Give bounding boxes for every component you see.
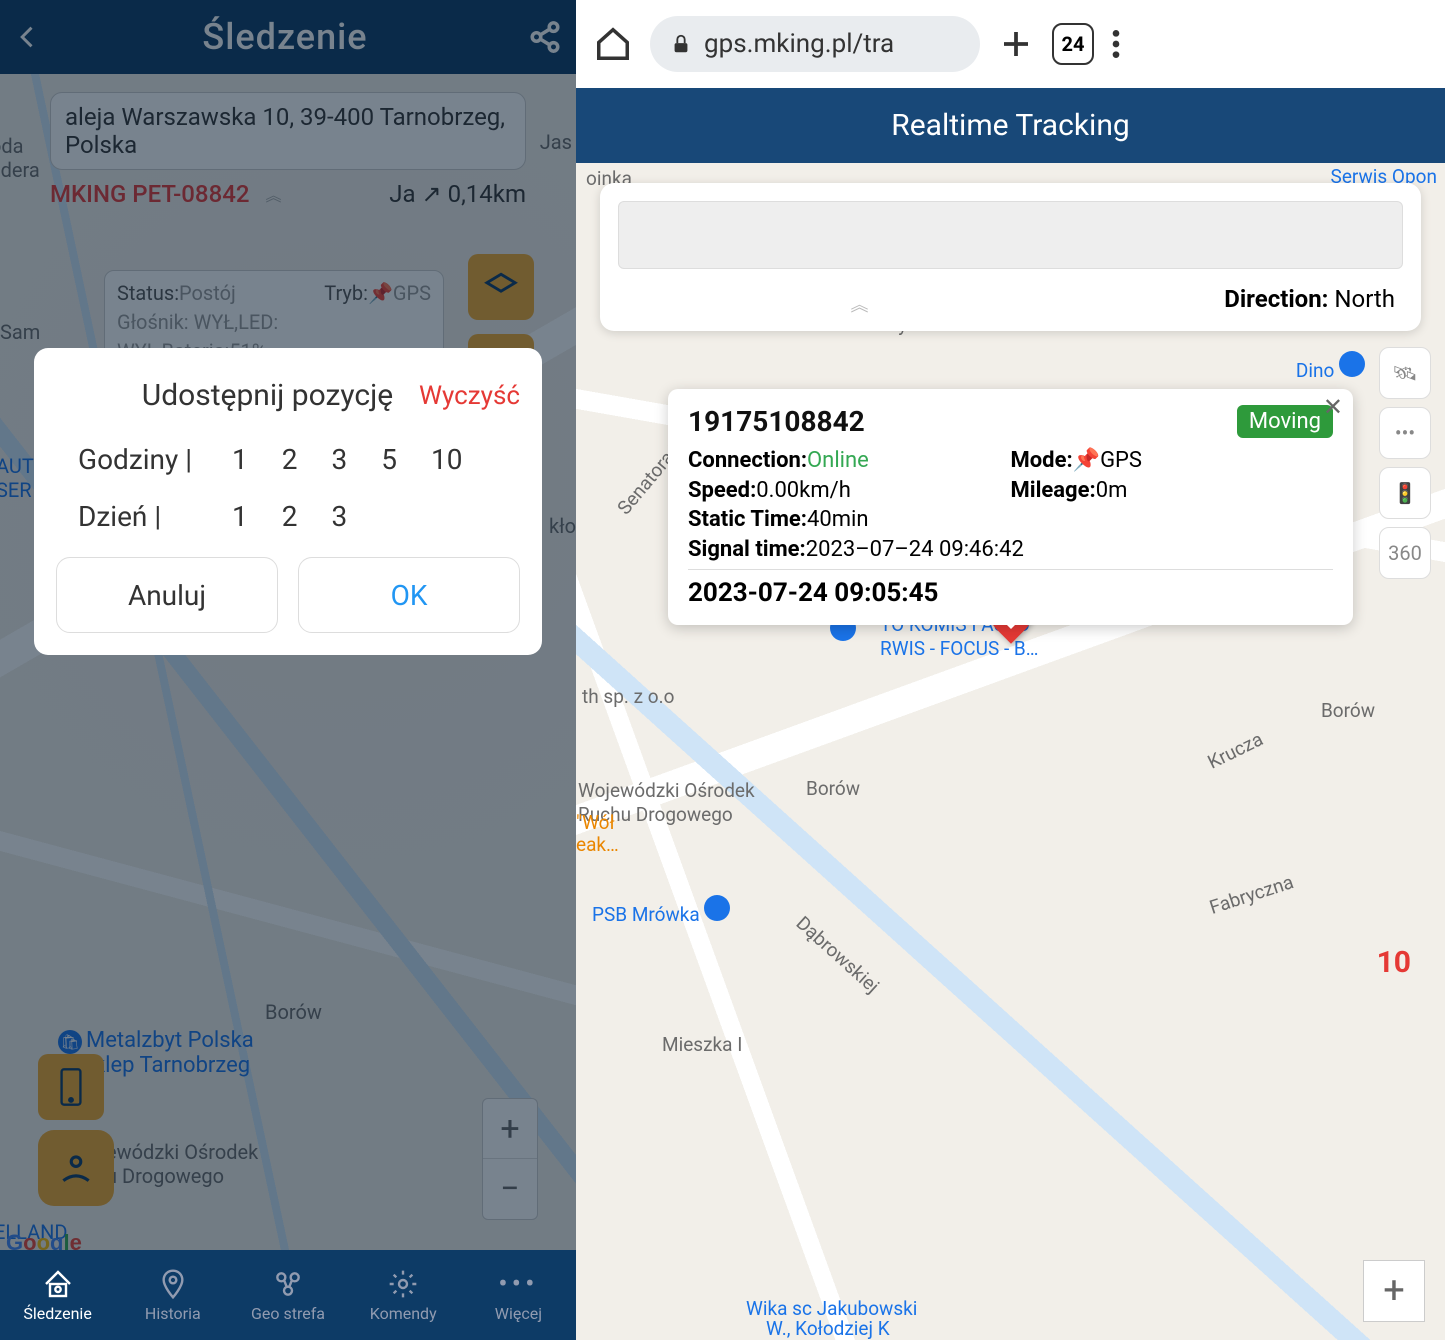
hour-option[interactable]: 2 <box>282 443 298 476</box>
nav-commands[interactable]: Komendy <box>346 1250 461 1340</box>
modal-overlay[interactable] <box>0 0 576 1340</box>
days-label: Dzień | <box>78 500 198 533</box>
nav-more[interactable]: •••Więcej <box>461 1250 576 1340</box>
hours-row: Godziny | 1 2 3 5 10 <box>56 443 520 476</box>
map-text: Wojewódzki Ośrodek <box>578 779 755 802</box>
day-option[interactable]: 2 <box>282 500 298 533</box>
nav-tracking[interactable]: Śledzenie <box>0 1250 115 1340</box>
days-row: Dzień | 1 2 3 <box>56 500 520 533</box>
map-poi: Dino <box>1296 359 1334 382</box>
home-icon[interactable] <box>594 25 632 63</box>
timestamp: 2023-07-24 09:05:45 <box>688 576 1333 611</box>
device-popup: ✕ 19175108842 Moving Connection:OnlineMo… <box>668 389 1353 625</box>
hour-option[interactable]: 10 <box>431 443 462 476</box>
hour-option[interactable]: 3 <box>332 443 348 476</box>
map-text: Borów <box>806 777 860 800</box>
search-card: ︽ Direction: North <box>600 183 1421 331</box>
map-text: Mieszka I <box>662 1033 742 1056</box>
map-poi: eak… <box>576 833 619 856</box>
page-title: Realtime Tracking <box>576 88 1445 163</box>
search-input[interactable] <box>618 201 1403 269</box>
map-poi: W., Kołodziej K <box>766 1317 890 1340</box>
satellite-button[interactable]: 🛰 <box>1379 347 1431 399</box>
nav-history[interactable]: Historia <box>115 1250 230 1340</box>
url-text: gps.mking.pl/tra <box>704 29 894 59</box>
clear-button[interactable]: Wyczyść <box>419 381 520 411</box>
map-poi: "Wół <box>576 811 615 834</box>
map-text: Krucza <box>1204 727 1267 773</box>
side-controls: 🛰 ••• 🚦 360 <box>1379 347 1431 579</box>
map[interactable]: oinka Serwis Opon Alfreda Freyera Dino S… <box>576 163 1445 1340</box>
tabs-button[interactable]: 24 <box>1052 23 1094 65</box>
hour-option[interactable]: 1 <box>232 443 248 476</box>
hours-label: Godziny | <box>78 443 198 476</box>
share-position-dialog: Udostępnij pozycję Wyczyść Godziny | 1 2… <box>34 348 542 655</box>
nav-geofence[interactable]: Geo strefa <box>230 1250 345 1340</box>
url-bar[interactable]: gps.mking.pl/tra <box>650 16 980 72</box>
map-poi: PSB Mrówka <box>592 903 700 926</box>
plus-icon[interactable] <box>998 26 1034 62</box>
map-text: Fabryczna <box>1207 870 1297 919</box>
ok-button[interactable]: OK <box>298 557 520 633</box>
status-badge: Moving <box>1237 405 1333 438</box>
dialog-title: Udostępnij pozycję <box>56 378 419 413</box>
device-id: 19175108842 <box>688 405 865 438</box>
direction-label: Direction: North <box>618 285 1403 313</box>
overlay-number: 10 <box>1377 945 1411 980</box>
traffic-button[interactable]: 🚦 <box>1379 467 1431 519</box>
map-text: th sp. z o.o <box>582 685 674 708</box>
streetview-button[interactable]: 360 <box>1379 527 1431 579</box>
close-icon[interactable]: ✕ <box>1323 393 1343 421</box>
day-option[interactable]: 1 <box>232 500 248 533</box>
hour-option[interactable]: 5 <box>381 443 397 476</box>
chevrons-up-icon: ︽ <box>851 291 869 317</box>
zoom-in-button[interactable]: + <box>1363 1260 1425 1322</box>
day-option[interactable]: 3 <box>332 500 348 533</box>
browser-bar: gps.mking.pl/tra 24 <box>576 0 1445 88</box>
map-text: Borów <box>1321 699 1375 722</box>
lock-icon <box>670 33 692 55</box>
bottom-nav: Śledzenie Historia Geo strefa Komendy ••… <box>0 1250 576 1340</box>
map-text: Dąbrowskiej <box>792 911 884 997</box>
menu-dots-icon[interactable] <box>1112 27 1120 61</box>
more-dots-button[interactable]: ••• <box>1379 407 1431 459</box>
cancel-button[interactable]: Anuluj <box>56 557 278 633</box>
